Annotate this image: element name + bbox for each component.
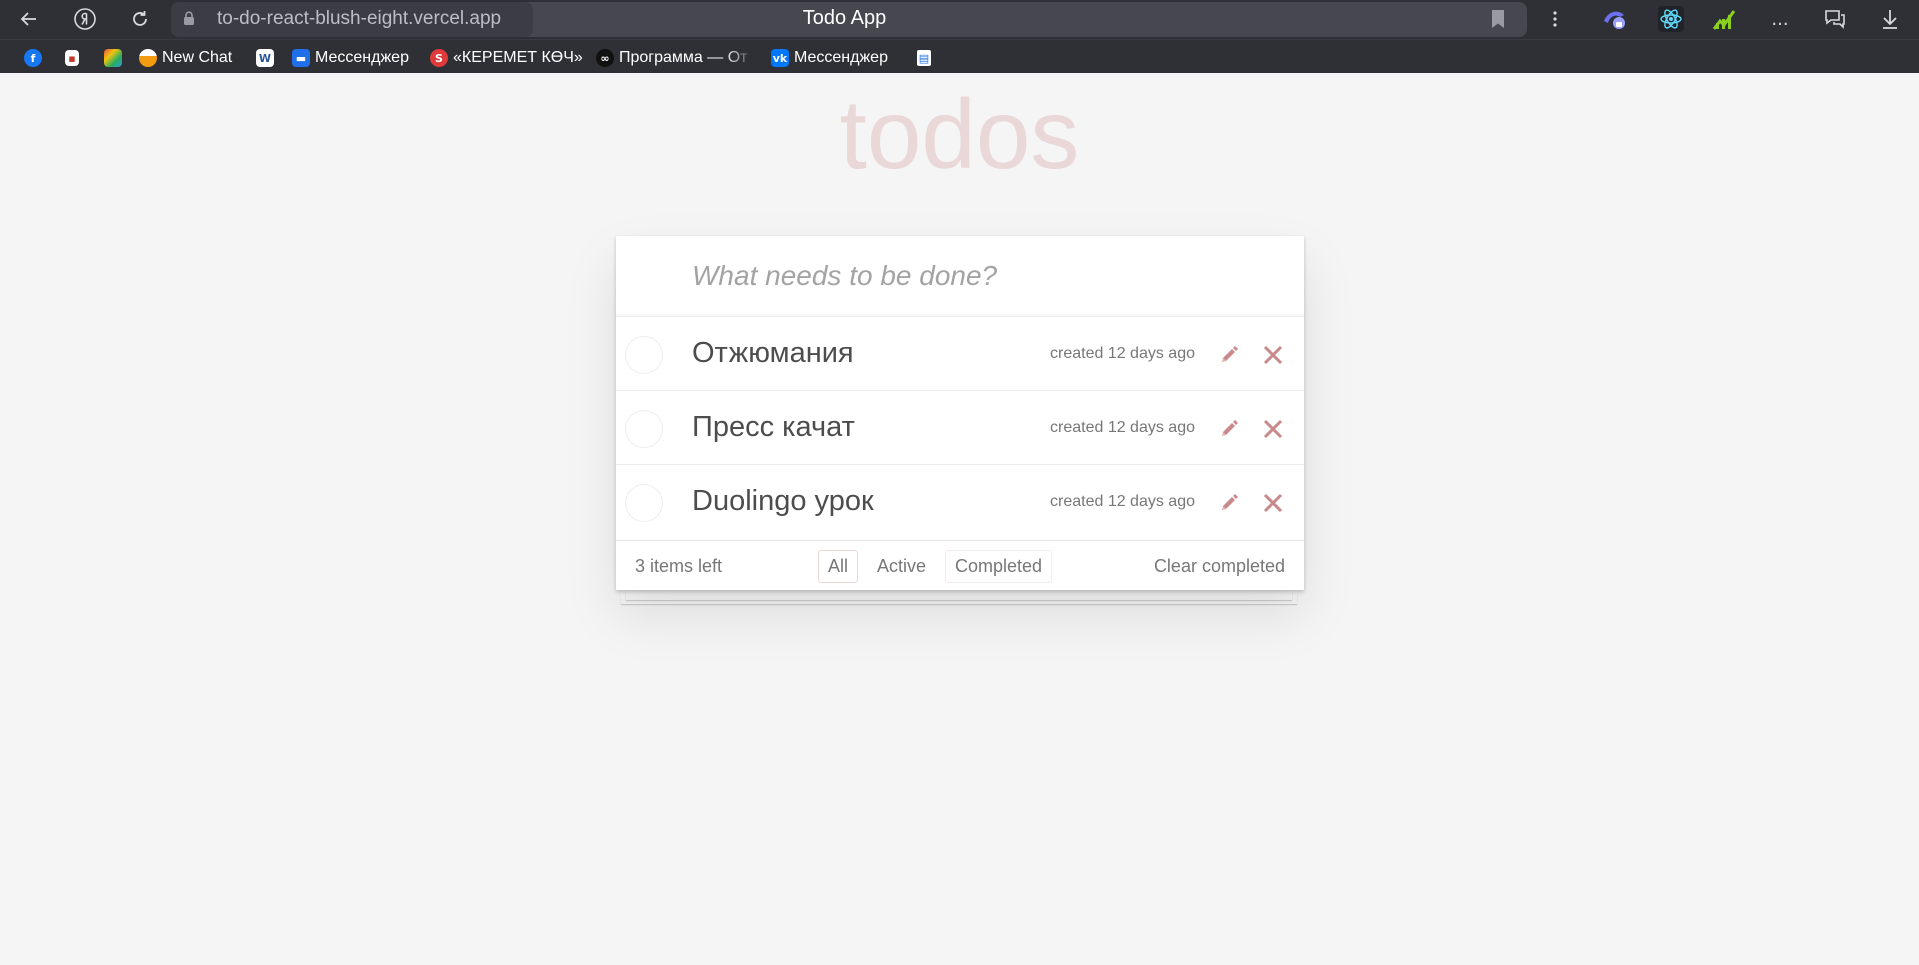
- lock-icon[interactable]: [183, 11, 195, 25]
- app-title: todos: [839, 79, 1080, 189]
- more-icon[interactable]: [1540, 4, 1570, 34]
- bookmark-programma[interactable]: ∞ Программа — От: [596, 48, 756, 68]
- bookmark-file[interactable]: ▤: [917, 48, 936, 68]
- bookmark-label: «КЕРЕМЕТ КӨЧ»: [453, 49, 583, 66]
- todo-item[interactable]: Отжюмания created 12 days ago: [616, 316, 1304, 390]
- keremet-icon: S: [430, 49, 448, 67]
- overflow-icon[interactable]: ...: [1765, 4, 1795, 34]
- bookmark-word[interactable]: W: [256, 48, 279, 68]
- todo-created-time: created 12 days ago: [1050, 419, 1195, 436]
- word-icon: W: [256, 49, 274, 67]
- vk-icon: vk: [771, 49, 789, 67]
- bookmark-label: Мессенджер: [315, 49, 409, 66]
- filter-active[interactable]: Active: [867, 550, 936, 583]
- pencil-icon[interactable]: [1218, 492, 1240, 514]
- todo-label[interactable]: Пресс качат: [692, 411, 855, 444]
- card-stack-shadow-top: [626, 590, 1292, 600]
- todo-toggle-checkbox[interactable]: [625, 410, 663, 448]
- new-todo-input[interactable]: [616, 236, 1304, 316]
- document-icon: ▪: [65, 50, 79, 66]
- extension-chart-icon[interactable]: [1710, 4, 1740, 34]
- bookmark-label: Программа — От: [619, 49, 748, 66]
- todo-item[interactable]: Duolingo урок created 12 days ago: [616, 464, 1304, 538]
- todo-item[interactable]: Пресс качат created 12 days ago: [616, 390, 1304, 464]
- filter-completed[interactable]: Completed: [945, 550, 1053, 583]
- chat-site-icon: [139, 49, 157, 67]
- bookmark-messenger-2[interactable]: vk Мессенджер: [771, 48, 888, 68]
- react-devtools-icon[interactable]: [1656, 4, 1686, 34]
- todo-label[interactable]: Duolingo урок: [692, 485, 874, 518]
- yandex-icon[interactable]: [70, 4, 100, 34]
- todo-toggle-checkbox[interactable]: [625, 336, 663, 374]
- pencil-icon[interactable]: [1218, 418, 1240, 440]
- grid-icon: [104, 49, 122, 67]
- todo-card: Отжюмания created 12 days ago Пресс кача…: [616, 236, 1304, 590]
- todo-footer: 3 items left All Active Completed Clear …: [616, 540, 1304, 590]
- pencil-icon[interactable]: [1218, 344, 1240, 366]
- bookmark-messenger-1[interactable]: ▬ Мессенджер: [292, 48, 409, 68]
- bookmark-keremet[interactable]: S «КЕРЕМЕТ КӨЧ»: [430, 48, 583, 68]
- bookmark-label: Мессенджер: [794, 49, 888, 66]
- todo-created-time: created 12 days ago: [1050, 493, 1195, 510]
- reload-icon[interactable]: [125, 4, 155, 34]
- filter-all[interactable]: All: [818, 550, 859, 583]
- todo-toggle-checkbox[interactable]: [625, 484, 663, 522]
- bookmark-new-chat[interactable]: New Chat: [139, 48, 232, 68]
- download-icon[interactable]: [1875, 4, 1905, 34]
- back-icon[interactable]: [14, 4, 44, 34]
- clear-completed-button[interactable]: Clear completed: [1154, 556, 1285, 577]
- chat-icon[interactable]: [1820, 4, 1850, 34]
- extension-vpn-icon[interactable]: [1600, 4, 1630, 34]
- browser-toolbar: to-do-react-blush-eight.vercel.app Todo …: [0, 0, 1919, 39]
- items-left-count: 3 items left: [635, 556, 723, 576]
- bookmarks-bar: f ▪ New Chat W ▬ Мессенджер S «КЕРЕМЕТ К…: [0, 39, 1919, 73]
- infinity-icon: ∞: [596, 49, 614, 67]
- close-icon[interactable]: [1261, 343, 1285, 367]
- todo-label[interactable]: Отжюмания: [692, 337, 854, 370]
- bookmark-doc[interactable]: ▪: [65, 48, 84, 68]
- bookmark-icon[interactable]: [1490, 9, 1506, 29]
- facebook-icon: f: [24, 49, 42, 67]
- close-icon[interactable]: [1261, 491, 1285, 515]
- messenger-icon: ▬: [292, 49, 310, 67]
- todo-created-time: created 12 days ago: [1050, 345, 1195, 362]
- close-icon[interactable]: [1261, 417, 1285, 441]
- bookmark-grid[interactable]: [104, 48, 127, 68]
- url-text[interactable]: to-do-react-blush-eight.vercel.app: [217, 8, 501, 30]
- file-icon: ▤: [917, 50, 931, 66]
- bookmark-label: New Chat: [162, 49, 233, 66]
- bookmark-facebook[interactable]: f: [24, 48, 47, 68]
